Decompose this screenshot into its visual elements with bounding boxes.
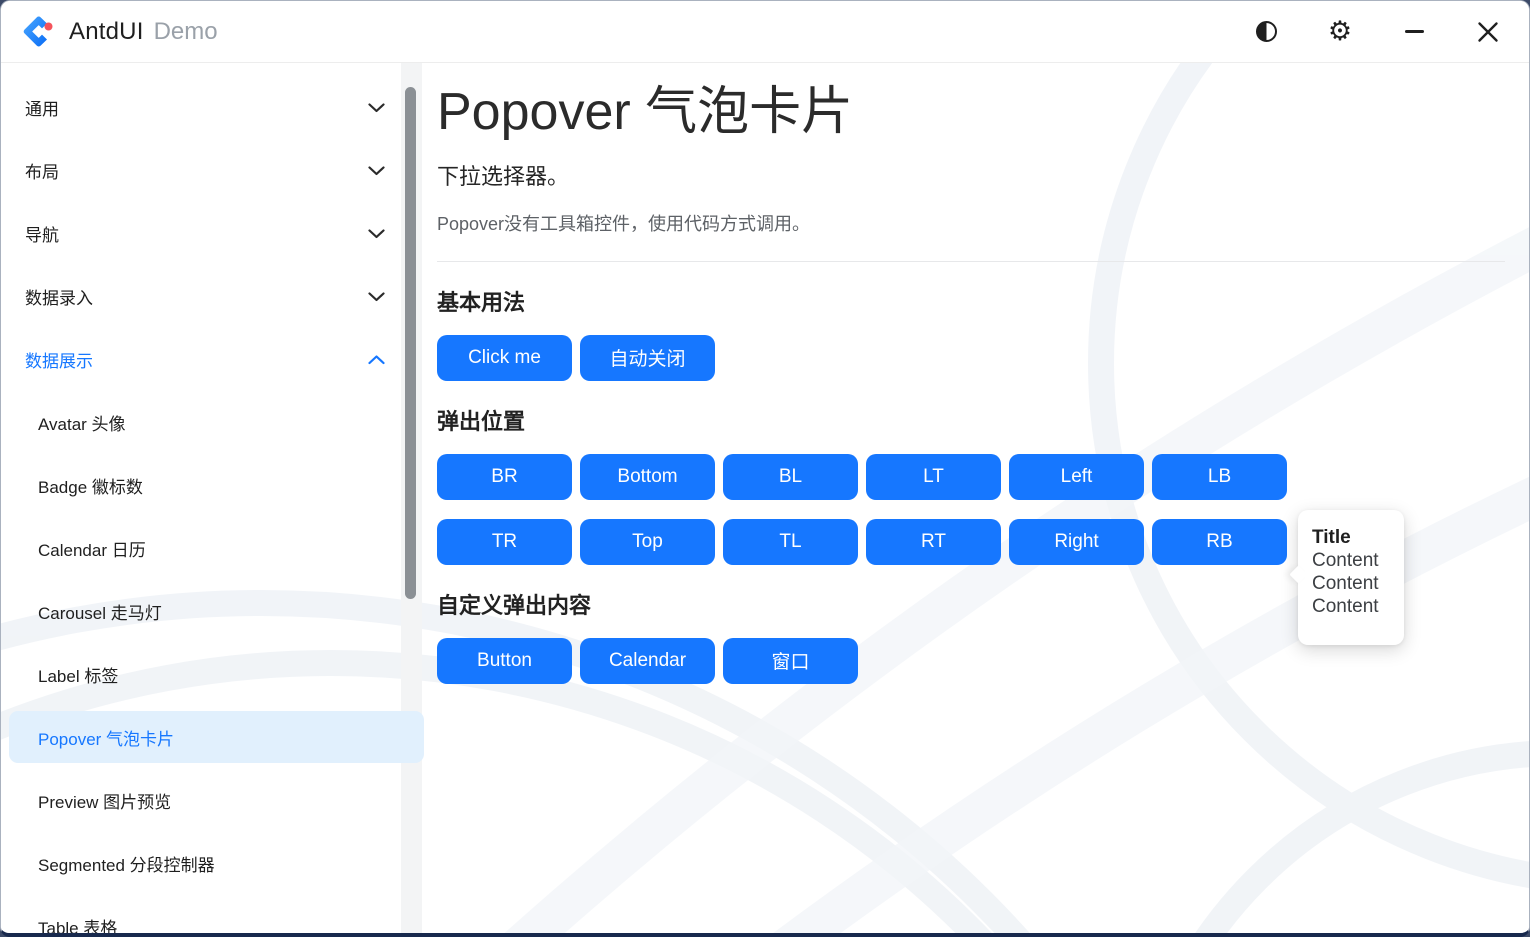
titlebar: AntdUI Demo ⚙ [1,1,1529,63]
chevron-down-icon [368,166,385,176]
minimize-button[interactable] [1399,17,1429,47]
popover-content-line: Content [1312,595,1390,618]
custom-button-button[interactable]: Button [437,638,572,684]
position-rt-button[interactable]: RT [866,519,1001,565]
sidebar-item-badge[interactable]: Badge 徽标数 [1,454,425,517]
sidebar-group-label: 数据录入 [25,284,368,309]
position-buttons-row-1: BR Bottom BL LT Left LB [437,454,1505,500]
sidebar-item-label: Segmented 分段控制器 [38,851,385,876]
app-title-suffix: Demo [154,18,218,46]
custom-calendar-button[interactable]: Calendar [580,638,715,684]
sidebar-item-avatar[interactable]: Avatar 头像 [1,391,425,454]
sidebar-group-general[interactable]: 通用 [1,76,425,139]
sidebar-item-label: Label 标签 [38,662,385,687]
app-window: AntdUI Demo ⚙ [0,0,1530,937]
settings-button[interactable]: ⚙ [1325,17,1355,47]
section-heading-basic-usage: 基本用法 [437,285,1505,317]
popover-title: Title [1312,527,1390,549]
close-icon [1477,21,1499,43]
position-br-button[interactable]: BR [437,454,572,500]
position-tr-button[interactable]: TR [437,519,572,565]
sidebar-group-layout[interactable]: 布局 [1,139,425,202]
main-content: Popover 气泡卡片 下拉选择器。 Popover没有工具箱控件，使用代码方… [425,63,1529,934]
sidebar-group-navigation[interactable]: 导航 [1,202,425,265]
click-me-button[interactable]: Click me [437,335,572,381]
basic-usage-buttons: Click me 自动关闭 [437,335,1505,381]
position-bottom-button[interactable]: Bottom [580,454,715,500]
sidebar-item-popover[interactable]: Popover 气泡卡片 [1,706,425,769]
page-description: Popover没有工具箱控件，使用代码方式调用。 [437,210,1505,236]
minimize-icon [1405,30,1424,33]
chevron-down-icon [368,292,385,302]
sidebar-item-label[interactable]: Label 标签 [1,643,425,706]
position-rb-button[interactable]: RB [1152,519,1287,565]
sidebar-item-label: Popover 气泡卡片 [38,725,385,750]
position-right-button[interactable]: Right [1009,519,1144,565]
page-subtitle: 下拉选择器。 [437,159,1505,191]
sidebar-group-label: 布局 [25,158,368,183]
chevron-down-icon [368,103,385,113]
gear-icon: ⚙ [1328,18,1352,45]
sidebar-item-label: Preview 图片预览 [38,788,385,813]
app-logo-icon [21,14,57,50]
sidebar-item-calendar[interactable]: Calendar 日历 [1,517,425,580]
sidebar-group-label: 数据展示 [25,347,368,372]
sidebar-item-segmented[interactable]: Segmented 分段控制器 [1,832,425,895]
close-button[interactable] [1473,17,1503,47]
popover-card: Title Content Content Content [1298,510,1404,645]
section-heading-popup-position: 弹出位置 [437,404,1505,436]
sidebar-item-carousel[interactable]: Carousel 走马灯 [1,580,425,643]
chevron-up-icon [368,355,385,365]
popover-content-line: Content [1312,572,1390,595]
position-left-button[interactable]: Left [1009,454,1144,500]
sidebar-item-label: Carousel 走马灯 [38,599,385,624]
position-top-button[interactable]: Top [580,519,715,565]
page-title: Popover 气泡卡片 [437,83,1505,143]
auto-close-button[interactable]: 自动关闭 [580,335,715,381]
app-title: AntdUI [69,18,144,46]
position-lt-button[interactable]: LT [866,454,1001,500]
sidebar-item-table[interactable]: Table 表格 [1,895,425,937]
custom-window-button[interactable]: 窗口 [723,638,858,684]
sidebar-group-label: 通用 [25,95,368,120]
sidebar: 通用 布局 导航 数据录入 数据展示 Avatar 头像 [1,63,425,934]
divider [437,261,1505,262]
position-lb-button[interactable]: LB [1152,454,1287,500]
position-bl-button[interactable]: BL [723,454,858,500]
sidebar-item-preview[interactable]: Preview 图片预览 [1,769,425,832]
sidebar-item-label: Table 表格 [38,914,385,937]
sidebar-group-data-display[interactable]: 数据展示 [1,328,425,391]
sidebar-group-data-entry[interactable]: 数据录入 [1,265,425,328]
sidebar-group-label: 导航 [25,221,368,246]
sidebar-item-label: Avatar 头像 [38,410,385,435]
popover-content-line: Content [1312,549,1390,572]
position-tl-button[interactable]: TL [723,519,858,565]
contrast-icon [1256,21,1277,42]
chevron-down-icon [368,229,385,239]
sidebar-item-label: Badge 徽标数 [38,473,385,498]
sidebar-item-label: Calendar 日历 [38,536,385,561]
theme-toggle-button[interactable] [1251,17,1281,47]
